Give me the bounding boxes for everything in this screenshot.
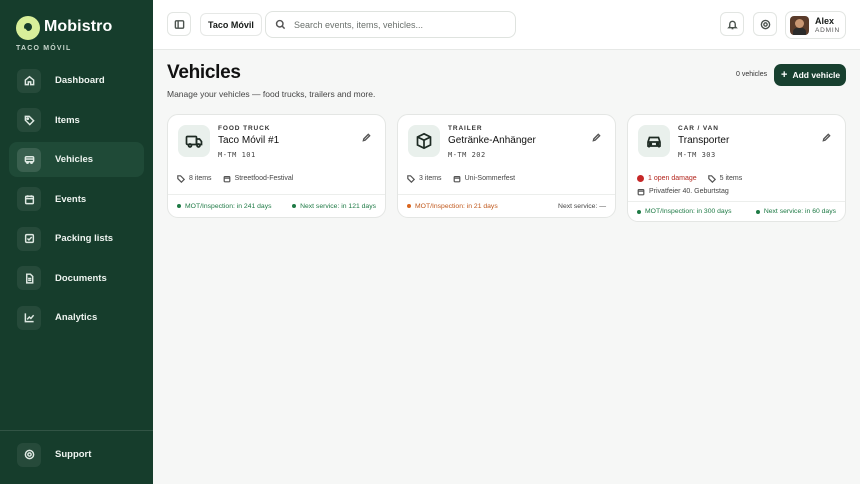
sidebar-item-label: Events	[55, 193, 87, 205]
pencil-icon	[822, 133, 831, 142]
card-footer: MOT/Inspection: in 241 days Next service…	[168, 194, 385, 217]
vehicle-plate: M-TM 303	[678, 151, 716, 159]
edit-button[interactable]	[592, 129, 601, 142]
mot-status: MOT/Inspection: in 21 days	[407, 203, 498, 210]
page-title: Vehicles	[167, 62, 241, 83]
sidebar-item-analytics[interactable]: Analytics	[9, 300, 144, 335]
sidebar-item-label: Packing lists	[55, 233, 114, 244]
org-switcher[interactable]: Taco Móvil	[200, 13, 262, 36]
tag-icon	[707, 174, 716, 183]
user-menu[interactable]: Alex ADMIN	[785, 11, 846, 39]
tag-icon	[17, 108, 41, 132]
add-vehicle-label: Add vehicle	[792, 70, 841, 80]
sidebar-item-items[interactable]: Items	[9, 103, 144, 138]
mot-status: MOT/Inspection: in 300 days	[637, 208, 732, 215]
search-input[interactable]	[294, 19, 494, 30]
vehicle-type: FOOD TRUCK	[218, 125, 271, 132]
topbar: Taco Móvil Alex ADMIN	[153, 0, 860, 50]
sidebar-item-label: Documents	[55, 272, 107, 284]
sidebar-support: Support	[9, 437, 144, 477]
assigned-event: Privatfeier 40. Geburtstag	[637, 188, 729, 196]
home-icon	[17, 68, 41, 93]
checklist-icon	[17, 226, 41, 251]
vehicle-type: TRAILER	[448, 125, 483, 132]
page-subtitle: Manage your vehicles — food trucks, trai…	[167, 89, 376, 99]
help-circle-icon	[760, 19, 770, 29]
sidebar: Mobistro TACO MÓVIL Dashboard Items Vehi…	[0, 0, 153, 484]
service-status: Next service: in 60 days	[755, 208, 836, 215]
sidebar-item-vehicles[interactable]: Vehicles	[9, 142, 144, 177]
sidebar-item-label: Vehicles	[55, 154, 94, 165]
vehicle-card[interactable]: FOOD TRUCK Taco Móvil #1 M-TM 101 8 item…	[167, 114, 386, 218]
sidebar-item-events[interactable]: Events	[9, 182, 144, 217]
damage-badge[interactable]: 1 open damage	[637, 175, 697, 182]
sidebar-toggle-icon	[174, 19, 184, 29]
notifications-button[interactable]	[720, 12, 744, 36]
help-circle-icon	[17, 442, 41, 467]
vehicle-name: Getränke-Anhänger	[448, 135, 536, 146]
service-status: Next service: —	[558, 202, 606, 210]
items-count: 5 items	[707, 174, 742, 183]
car-icon	[638, 125, 670, 157]
edit-button[interactable]	[822, 129, 831, 142]
service-status: Next service: in 121 days	[292, 203, 376, 210]
search-box[interactable]	[265, 11, 516, 38]
sidebar-item-dashboard[interactable]: Dashboard	[9, 63, 144, 98]
card-footer: MOT/Inspection: in 300 days Next service…	[628, 201, 845, 221]
vehicle-card[interactable]: TRAILER Getränke-Anhänger M-TM 202 3 ite…	[397, 114, 616, 218]
plus-icon: +	[781, 68, 788, 81]
items-count: 8 items	[177, 174, 212, 183]
brand-subtitle: TACO MÓVIL	[16, 45, 72, 52]
help-button[interactable]	[753, 12, 777, 36]
add-vehicle-button[interactable]: + Add vehicle	[774, 64, 846, 86]
sidebar-item-support[interactable]: Support	[9, 437, 144, 472]
vehicle-plate: M-TM 101	[218, 151, 256, 159]
chart-icon	[17, 305, 41, 330]
calendar-icon	[223, 175, 230, 182]
tag-icon	[177, 174, 185, 183]
document-icon	[17, 266, 41, 290]
bell-icon	[726, 20, 738, 29]
calendar-icon	[453, 175, 460, 182]
brand-name: Mobistro	[44, 18, 113, 35]
sidebar-item-label: Analytics	[55, 312, 98, 323]
sidebar-nav: Dashboard Items Vehicles Events Packing …	[9, 63, 144, 340]
calendar-icon	[17, 187, 41, 211]
bus-icon	[17, 147, 41, 172]
sidebar-item-documents[interactable]: Documents	[9, 261, 144, 296]
vehicle-name: Transporter	[678, 135, 730, 146]
sidebar-item-label: Items	[55, 114, 80, 126]
truck-icon	[178, 125, 210, 157]
mot-status: MOT/Inspection: in 241 days	[177, 203, 272, 210]
sidebar-item-label: Dashboard	[55, 75, 105, 86]
search-icon	[275, 19, 286, 30]
assigned-event: Streetfood-Festival	[223, 175, 293, 183]
vehicle-plate: M-TM 202	[448, 151, 486, 159]
box-icon	[408, 125, 440, 157]
sidebar-item-label: Support	[55, 449, 92, 460]
items-count: 3 items	[407, 174, 442, 183]
edit-button[interactable]	[362, 129, 371, 142]
vehicle-card[interactable]: CAR / VAN Transporter M-TM 303 1 open da…	[627, 114, 846, 222]
assigned-event: Uni-Sommerfest	[453, 175, 515, 183]
card-footer: MOT/Inspection: in 21 days Next service:…	[398, 194, 615, 217]
tag-icon	[407, 174, 415, 183]
pencil-icon	[592, 133, 601, 142]
user-role: ADMIN	[815, 26, 840, 34]
user-name: Alex	[815, 15, 835, 26]
sidebar-divider	[0, 430, 153, 431]
vehicle-count: 0 vehicles	[736, 71, 768, 78]
vehicle-name: Taco Móvil #1	[218, 135, 280, 146]
sidebar-toggle-button[interactable]	[167, 12, 191, 36]
pencil-icon	[362, 133, 371, 142]
sidebar-item-packing-lists[interactable]: Packing lists	[9, 221, 144, 256]
avatar	[790, 15, 809, 35]
alert-icon	[637, 175, 644, 182]
calendar-icon	[637, 188, 645, 195]
logo-pin-icon	[16, 16, 40, 40]
vehicle-type: CAR / VAN	[678, 125, 719, 132]
